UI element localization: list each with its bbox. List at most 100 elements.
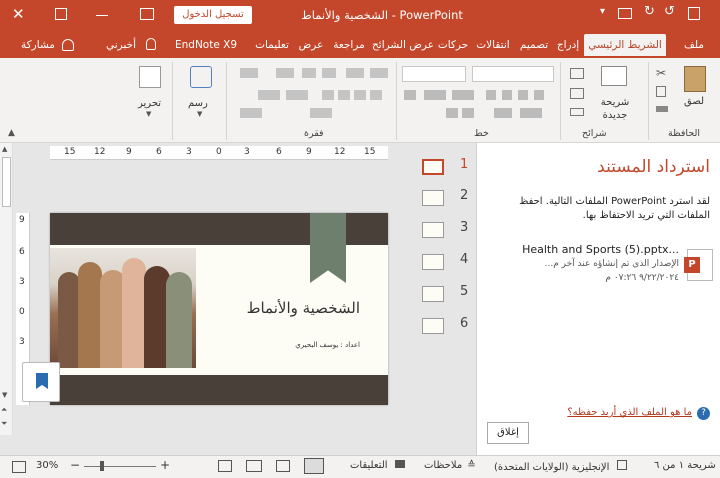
language-status[interactable]: الإنجليزية (الولايات المتحدة) — [494, 460, 627, 473]
tab-home[interactable]: الشريط الرئيسي — [584, 34, 666, 56]
maximize-button[interactable] — [55, 8, 67, 20]
customize-qat-icon[interactable]: ▾ — [600, 6, 605, 17]
zoom-thumb[interactable] — [100, 461, 104, 471]
tell-me-button[interactable]: أخبرني — [100, 34, 142, 56]
edit-button[interactable]: تحرير ▼ — [132, 64, 168, 120]
bullets-icon[interactable] — [370, 68, 388, 78]
comments-button[interactable]: التعليقات — [350, 460, 405, 471]
align-left-icon[interactable] — [338, 90, 350, 100]
change-case-icon[interactable] — [424, 90, 446, 100]
bookmark-button[interactable] — [22, 362, 60, 402]
redo-icon[interactable]: ↻ — [644, 4, 655, 19]
share-button[interactable]: مشاركة — [16, 34, 60, 56]
slide-title[interactable]: الشخصية والأنماط — [210, 299, 360, 317]
font-size-dropdown[interactable] — [402, 66, 466, 82]
draw-button[interactable]: رسم ▼ — [182, 64, 220, 120]
group-slides-label: شرائح — [582, 128, 607, 139]
recovered-file-item[interactable]: P Health and Sports (5).pptx... الإصدار … — [507, 243, 713, 293]
align-right-icon[interactable] — [370, 90, 382, 100]
decrease-indent-icon[interactable] — [322, 68, 336, 78]
section-icon[interactable] — [570, 108, 584, 116]
grow-font-icon[interactable] — [462, 108, 474, 118]
format-painter-icon[interactable] — [656, 106, 668, 112]
paste-button[interactable]: لصق — [676, 66, 712, 116]
align-center-icon[interactable] — [354, 90, 366, 100]
next-slide-icon[interactable]: ⏷ — [1, 419, 7, 429]
close-button[interactable]: إغلاق — [487, 422, 529, 444]
notes-button[interactable]: ملاحظات ≙ — [424, 460, 476, 471]
minimize-button[interactable] — [96, 8, 110, 22]
reading-view-icon[interactable] — [246, 460, 262, 472]
scroll-up-icon[interactable]: ▲ — [2, 145, 7, 153]
slide-thumb-3[interactable] — [422, 222, 444, 238]
slide-thumb-6[interactable] — [422, 318, 444, 334]
help-link[interactable]: ما هو الملف الذي أريد حفظه؟ — [522, 407, 692, 418]
bold-icon[interactable] — [534, 90, 544, 100]
line-spacing-icon[interactable] — [276, 68, 294, 78]
undo-icon[interactable]: ↺ — [664, 4, 675, 19]
scroll-thumb[interactable] — [2, 157, 11, 207]
ruler-label: 6 — [19, 247, 25, 257]
group-photo — [50, 248, 196, 368]
slide-thumb-1[interactable] — [422, 159, 444, 175]
tab-slideshow[interactable]: عرض الشرائح — [372, 34, 434, 56]
recovered-file-status: الإصدار الذي تم إنشاؤه عند آخر م... — [544, 259, 679, 269]
smartart-icon[interactable] — [310, 108, 332, 118]
new-slide-button[interactable]: شريحة جديدة — [592, 64, 636, 124]
justify-icon[interactable] — [322, 90, 334, 100]
tab-endnote[interactable]: EndNote X9 — [170, 34, 242, 56]
tab-help[interactable]: تعليمات — [250, 34, 294, 56]
italic-icon[interactable] — [518, 90, 528, 100]
tab-animations[interactable]: حركات — [436, 34, 470, 56]
highlight-icon[interactable] — [494, 108, 512, 118]
reset-icon[interactable] — [570, 88, 584, 99]
slide-author[interactable]: اعداد : يوسف البحيري — [260, 341, 360, 349]
slide-sorter-icon[interactable] — [276, 460, 290, 472]
zoom-level[interactable]: 30% — [36, 460, 58, 471]
tab-insert[interactable]: إدراج — [554, 34, 582, 56]
tab-transitions[interactable]: انتقالات — [472, 34, 514, 56]
signin-button[interactable]: تسجيل الدخول — [174, 6, 252, 24]
tab-view[interactable]: عرض — [296, 34, 326, 56]
save-icon[interactable] — [688, 7, 700, 20]
cut-icon[interactable]: ✂ — [656, 66, 666, 80]
tab-review[interactable]: مراجعة — [328, 34, 370, 56]
increase-indent-icon[interactable] — [302, 68, 316, 78]
tab-file[interactable]: ملف — [676, 34, 712, 56]
strikethrough-icon[interactable] — [486, 90, 496, 100]
slide-canvas[interactable]: الشخصية والأنماط اعداد : يوسف البحيري — [50, 213, 388, 405]
slide-thumb-4[interactable] — [422, 254, 444, 270]
person-figure — [58, 272, 80, 368]
clear-format-icon[interactable] — [404, 90, 416, 100]
tab-design[interactable]: تصميم — [516, 34, 552, 56]
font-color-icon[interactable] — [520, 108, 542, 118]
align-text-icon[interactable] — [240, 108, 262, 118]
char-spacing-icon[interactable] — [452, 90, 474, 100]
layout-icon[interactable] — [570, 68, 584, 79]
zoom-in-icon[interactable]: + — [160, 458, 170, 472]
normal-view-icon[interactable] — [304, 458, 324, 474]
ribbon-separator — [172, 62, 173, 140]
close-window-button[interactable]: ✕ — [12, 5, 28, 23]
presenter-icon[interactable] — [618, 8, 632, 19]
fit-slide-icon[interactable] — [12, 461, 26, 473]
ribbon-display-options-icon[interactable] — [140, 8, 154, 20]
zoom-slider[interactable] — [84, 466, 156, 467]
prev-slide-icon[interactable]: ⏶ — [1, 405, 7, 415]
vertical-scrollbar[interactable]: ▲ ▼ ⏶ ⏷ — [0, 143, 13, 435]
search-icon — [139, 66, 161, 88]
copy-icon[interactable] — [656, 86, 666, 97]
shrink-font-icon[interactable] — [446, 108, 458, 118]
underline-icon[interactable] — [502, 90, 512, 100]
slide-thumb-5[interactable] — [422, 286, 444, 302]
slideshow-view-icon[interactable] — [218, 460, 232, 472]
text-direction-icon[interactable] — [286, 90, 308, 100]
collapse-ribbon-icon[interactable]: ▲ — [8, 128, 15, 138]
rtl-icon[interactable] — [258, 90, 280, 100]
slide-thumb-2[interactable] — [422, 190, 444, 206]
zoom-out-icon[interactable]: − — [70, 458, 80, 472]
numbering-icon[interactable] — [346, 68, 364, 78]
columns-icon[interactable] — [240, 68, 258, 78]
scroll-down-icon[interactable]: ▼ — [2, 391, 7, 399]
font-name-dropdown[interactable] — [472, 66, 554, 82]
